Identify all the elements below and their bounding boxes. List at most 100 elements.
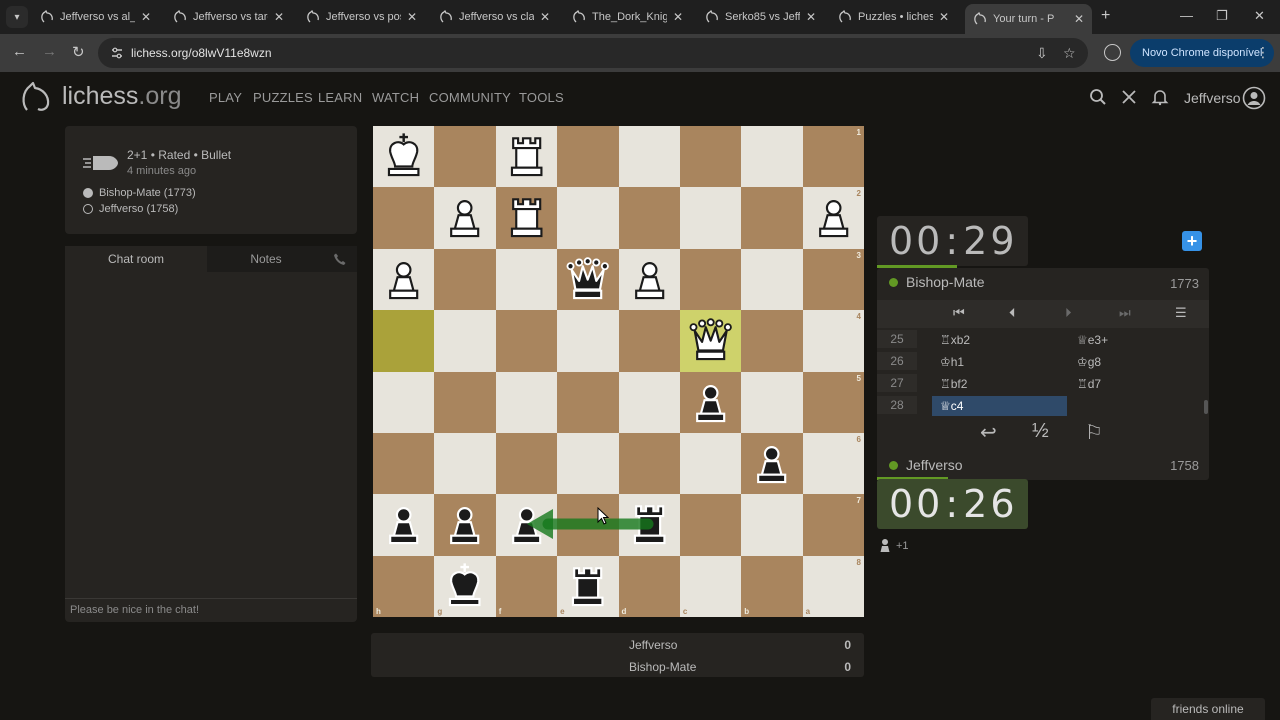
black-pawn-icon[interactable] <box>680 372 741 433</box>
board-square[interactable] <box>618 371 680 433</box>
opponent-user[interactable]: Bishop-Mate <box>889 274 985 290</box>
white-pawn-icon[interactable] <box>803 187 864 248</box>
nav-play[interactable]: PLAY <box>209 90 242 105</box>
tab-close-icon[interactable]: ✕ <box>407 10 417 24</box>
board-square[interactable] <box>618 432 680 495</box>
board-square[interactable] <box>618 248 680 311</box>
first-move-icon[interactable]: ⏮ <box>953 305 965 321</box>
board-square[interactable] <box>557 126 619 188</box>
takeback-icon[interactable]: ↩ <box>980 420 997 445</box>
chess-board[interactable]: 1234567hgfedcb8a <box>373 126 864 617</box>
nav-tools[interactable]: TOOLS <box>519 90 564 105</box>
board-square[interactable]: 4 <box>802 310 864 372</box>
nav-learn[interactable]: LEARN <box>318 90 362 105</box>
install-app-icon[interactable]: ⇩ <box>1036 45 1048 62</box>
board-square[interactable] <box>495 371 558 433</box>
board-square[interactable] <box>495 187 558 249</box>
username-link[interactable]: Jeffverso <box>1184 90 1241 106</box>
lichess-logo-icon[interactable] <box>18 80 52 114</box>
board-square[interactable]: f <box>495 555 558 617</box>
white-rook-icon[interactable] <box>496 126 557 187</box>
board-square[interactable] <box>557 310 619 372</box>
board-square[interactable] <box>557 432 619 495</box>
tab-close-icon[interactable]: ✕ <box>1074 12 1084 26</box>
board-square[interactable] <box>741 432 803 495</box>
offer-draw-icon[interactable]: ½ <box>1032 420 1049 443</box>
board-square[interactable] <box>679 494 742 556</box>
user-avatar-icon[interactable] <box>1242 86 1266 110</box>
site-info-icon[interactable] <box>110 46 124 60</box>
board-square[interactable] <box>495 126 558 188</box>
board-square[interactable] <box>434 126 496 188</box>
board-square[interactable] <box>618 126 680 188</box>
board-square[interactable] <box>495 494 558 556</box>
bookmark-star-icon[interactable]: ☆ <box>1063 45 1076 62</box>
reload-icon[interactable]: ↻ <box>72 43 85 61</box>
white-move[interactable]: ♔h1 <box>932 352 1067 372</box>
friends-online-button[interactable]: friends online <box>1151 698 1265 720</box>
white-rook-icon[interactable] <box>496 187 557 248</box>
white-king-icon[interactable] <box>373 126 434 187</box>
board-square[interactable]: 3 <box>802 248 864 311</box>
board-square[interactable]: 5 <box>802 371 864 433</box>
black-move[interactable]: ♕e3+ <box>1067 330 1197 350</box>
black-king-icon[interactable] <box>434 556 495 617</box>
tab-search-button[interactable]: ▾ <box>6 6 28 28</box>
browser-tab[interactable]: Puzzles • lichess. ✕ <box>830 4 957 30</box>
black-rook-icon[interactable] <box>557 556 618 617</box>
board-square[interactable]: 7 <box>802 494 864 556</box>
board-square[interactable] <box>618 187 680 249</box>
tab-notes[interactable]: Notes <box>195 246 337 272</box>
minimize-icon[interactable]: — <box>1180 8 1193 23</box>
next-move-icon[interactable]: ⏵ <box>1065 305 1072 321</box>
address-bar[interactable]: lichess.org/o8lwV11e8wzn ⇩ ☆ <box>98 38 1088 68</box>
white-pawn-icon[interactable] <box>373 249 434 310</box>
tab-close-icon[interactable]: ✕ <box>939 10 949 24</box>
board-square[interactable] <box>373 494 435 556</box>
browser-tab[interactable]: Jeffverso vs al_a ✕ <box>32 4 159 30</box>
board-square[interactable] <box>373 432 435 495</box>
board-square[interactable] <box>741 187 803 249</box>
board-square[interactable] <box>679 371 742 433</box>
board-square[interactable] <box>679 432 742 495</box>
board-square[interactable]: d <box>618 555 680 617</box>
tab-close-icon[interactable]: ✕ <box>540 10 550 24</box>
white-move[interactable]: ♖bf2 <box>932 374 1067 394</box>
board-square[interactable] <box>495 310 558 372</box>
board-square[interactable]: 1 <box>802 126 864 188</box>
back-icon[interactable]: ← <box>12 43 27 60</box>
board-square[interactable] <box>434 310 496 372</box>
site-logo[interactable]: lichess.org <box>62 82 182 111</box>
board-square[interactable] <box>741 248 803 311</box>
board-square[interactable] <box>679 126 742 188</box>
challenge-swords-icon[interactable] <box>1120 88 1138 106</box>
board-square[interactable] <box>741 494 803 556</box>
board-square[interactable] <box>373 371 435 433</box>
board-square[interactable]: g <box>434 555 496 617</box>
black-move[interactable]: ♖d7 <box>1067 374 1197 394</box>
white-player-line[interactable]: Bishop-Mate (1773) <box>83 187 196 199</box>
board-square[interactable]: b <box>741 555 803 617</box>
prev-move-icon[interactable]: ⏴ <box>1009 305 1016 321</box>
crosstable-row[interactable]: Jeffverso 0 <box>629 638 851 652</box>
board-square[interactable] <box>495 248 558 311</box>
board-square[interactable]: 6 <box>802 432 864 495</box>
new-tab-button[interactable]: + <box>1101 7 1110 25</box>
white-pawn-icon[interactable] <box>434 187 495 248</box>
browser-tab[interactable]: The_Dork_Knight ✕ <box>564 4 691 30</box>
board-square[interactable]: e <box>557 555 619 617</box>
forward-icon[interactable]: → <box>42 43 57 60</box>
tab-close-icon[interactable]: ✕ <box>274 10 284 24</box>
board-square[interactable]: c <box>679 555 742 617</box>
black-pawn-icon[interactable] <box>741 433 802 494</box>
resign-flag-icon[interactable]: ⚐ <box>1085 420 1103 445</box>
white-move[interactable]: ♖xb2 <box>932 330 1067 350</box>
browser-tab[interactable]: Jeffverso vs tare ✕ <box>165 4 292 30</box>
board-square[interactable] <box>557 494 619 556</box>
board-square[interactable] <box>741 371 803 433</box>
board-square[interactable] <box>373 310 435 372</box>
board-square[interactable] <box>741 310 803 372</box>
black-move[interactable]: ♔g8 <box>1067 352 1197 372</box>
board-square[interactable] <box>434 248 496 311</box>
profile-icon[interactable] <box>1104 44 1121 61</box>
